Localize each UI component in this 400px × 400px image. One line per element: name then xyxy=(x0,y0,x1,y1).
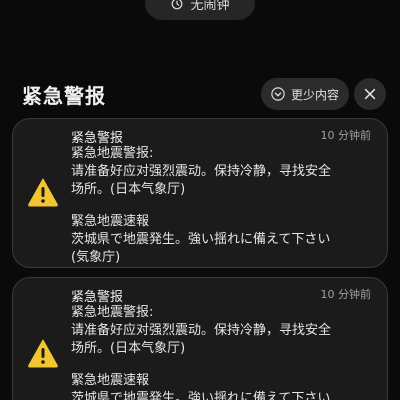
no-alarm-label: 无闹钟 xyxy=(190,0,230,13)
body-line: 紧急地震警报: xyxy=(71,146,154,161)
close-icon xyxy=(364,88,376,100)
no-alarm-pill[interactable]: 无闹钟 xyxy=(145,0,255,20)
body-line: 场所。(日本气象厅) xyxy=(71,341,186,356)
body-line: 场所。(日本气象厅) xyxy=(71,182,186,197)
notification-card[interactable]: 紧急警报 10 分钟前 紧急地震警报: 请准备好应对强烈震动。保持冷静，寻找安全… xyxy=(12,118,388,268)
notification-title: 紧急警报 xyxy=(71,290,124,305)
body-line: 茨城県で地震発生。強い揺れに備えて下さい xyxy=(71,232,331,247)
warning-icon xyxy=(28,178,58,207)
show-less-button[interactable]: 更少内容 xyxy=(261,78,349,110)
body-line: 紧急地震警报: xyxy=(71,305,154,320)
alarm-clock-icon xyxy=(172,0,183,10)
notification-body: 紧急地震警报: 请准备好应对强烈震动。保持冷静，寻找安全 场所。(日本气象厅) … xyxy=(71,145,377,267)
group-title: 紧急警报 xyxy=(22,84,106,108)
notification-card[interactable]: 紧急警报 10 分钟前 紧急地震警报: 请准备好应对强烈震动。保持冷静，寻找安全… xyxy=(12,277,388,400)
body-line: 緊急地震速報 xyxy=(71,373,150,388)
body-line: 緊急地震速報 xyxy=(71,214,150,229)
dismiss-group-button[interactable] xyxy=(354,78,386,110)
notification-group-header: 紧急警报 更少内容 xyxy=(0,76,400,112)
notification-time: 10 分钟前 xyxy=(320,129,372,142)
chevron-down-icon xyxy=(271,87,285,101)
notification-body: 紧急地震警报: 请准备好应对强烈震动。保持冷静，寻找安全 场所。(日本气象厅) … xyxy=(71,304,377,400)
warning-icon xyxy=(28,339,58,368)
notification-title: 紧急警报 xyxy=(71,131,124,146)
body-line: 请准备好应对强烈震动。保持冷静，寻找安全 xyxy=(71,323,332,338)
body-line: 茨城県で地震発生。強い揺れに備えて下さい xyxy=(71,391,331,400)
body-line: 请准备好应对强烈震动。保持冷静，寻找安全 xyxy=(71,164,332,179)
show-less-label: 更少内容 xyxy=(290,87,339,102)
body-line: (気象庁) xyxy=(71,250,121,265)
notification-time: 10 分钟前 xyxy=(320,288,372,301)
